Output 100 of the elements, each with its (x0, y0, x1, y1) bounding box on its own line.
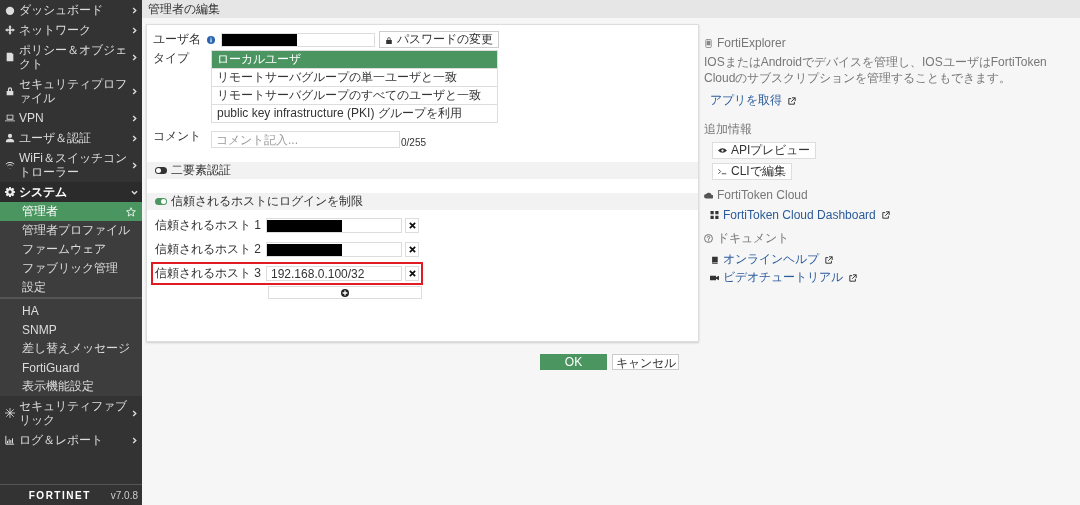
doc-link[interactable]: ビデオチュートリアル (723, 269, 843, 286)
nav-label: ユーザ＆認証 (19, 131, 92, 145)
nav-item[interactable]: ネットワーク (0, 20, 142, 40)
book-icon (710, 255, 719, 264)
help-icon (704, 234, 713, 243)
nav-item[interactable]: セキュリティプロファイル (0, 74, 142, 108)
host-field[interactable]: 192.168.0.100/32 (266, 266, 402, 281)
chevron-right-icon (131, 161, 138, 169)
close-icon (408, 246, 416, 253)
nav-item[interactable]: ログ＆レポート (0, 430, 142, 450)
cloud-icon (704, 190, 713, 200)
submenu-item[interactable]: 差し替えメッセージ (0, 339, 142, 358)
terminal-icon (718, 168, 727, 175)
nav-label: ネットワーク (19, 23, 92, 37)
nav-label: ログ＆レポート (19, 433, 104, 447)
chevron-right-icon (131, 6, 138, 14)
change-password-button[interactable]: パスワードの変更 (379, 31, 499, 48)
toggle-switch[interactable] (155, 198, 167, 205)
panel-heading: ドキュメント (717, 230, 789, 247)
panel-heading: FortiToken Cloud (717, 188, 808, 202)
submenu-item[interactable]: 表示機能設定 (0, 377, 142, 396)
chevron-right-icon (131, 114, 138, 122)
submenu-item[interactable]: 設定 (0, 278, 142, 297)
laptop-icon (5, 113, 15, 123)
submenu-item[interactable]: ファームウェア (0, 240, 142, 259)
remove-button[interactable] (405, 242, 419, 257)
nav-label: ポリシー＆オブジェクト (19, 43, 128, 71)
api-preview-button[interactable]: APIプレビュー (712, 142, 817, 159)
remove-button[interactable] (405, 218, 419, 233)
submenu-item[interactable]: 管理者 (0, 202, 142, 221)
nav-item[interactable]: システム (0, 182, 142, 202)
nav-label: セキュリティプロファイル (19, 77, 128, 105)
field-label: 信頼されるホスト 1 (155, 217, 262, 234)
external-link-icon (788, 96, 796, 105)
host-field[interactable] (266, 242, 402, 257)
submenu-item[interactable]: ファブリック管理 (0, 259, 142, 278)
chevron-right-icon (131, 26, 138, 34)
host-field[interactable] (266, 218, 402, 233)
submenu-item[interactable]: 管理者プロファイル (0, 221, 142, 240)
phone-icon (704, 38, 713, 48)
nav-item[interactable]: ユーザ＆認証 (0, 128, 142, 148)
doc-link[interactable]: オンラインヘルプ (723, 251, 819, 268)
get-app-link[interactable]: アプリを取得 (710, 92, 782, 109)
username-field[interactable] (221, 32, 375, 47)
chevron-right-icon (131, 409, 138, 417)
type-option[interactable]: ローカルユーザ (212, 51, 497, 68)
user-icon (5, 133, 15, 143)
panel-heading: 追加情報 (704, 121, 752, 138)
nav-item[interactable]: VPN (0, 108, 142, 128)
nav-label: システム (19, 185, 68, 199)
toggle-switch[interactable] (155, 167, 167, 174)
cli-edit-button[interactable]: CLIで編集 (712, 163, 792, 180)
version-label: v7.0.8 (110, 489, 138, 501)
nav-label: ダッシュボード (19, 3, 104, 17)
ok-button[interactable]: OK (540, 354, 607, 370)
submenu-item[interactable]: FortiGuard (0, 358, 142, 377)
brand-logo: FORTINET (28, 489, 91, 501)
cancel-button[interactable]: キャンセル (612, 354, 679, 370)
asterisk-icon (5, 408, 15, 418)
panel-heading: FortiExplorer (717, 36, 786, 50)
wifi-icon (5, 160, 15, 170)
chevron-right-icon (131, 436, 138, 444)
dashboard-link[interactable]: FortiToken Cloud Dashboard (723, 208, 876, 222)
field-label: タイプ (153, 50, 191, 67)
external-link-icon (881, 211, 890, 219)
eye-icon (718, 147, 727, 154)
chevron-right-icon (131, 87, 138, 95)
star-icon[interactable] (126, 206, 136, 217)
chevron-right-icon (131, 134, 138, 142)
description-text: IOSまたはAndroidでデバイスを管理し、IOSユーザはFortiToken Cloudのサブスクリプションを管理することもできます。 (704, 54, 1048, 86)
chart-icon (5, 435, 15, 445)
page-title: 管理者の編集 (148, 0, 220, 18)
submenu-item[interactable]: HA (0, 301, 142, 320)
external-link-icon (825, 255, 833, 264)
field-label: 信頼されるホスト 2 (155, 241, 262, 258)
nav-item[interactable]: ダッシュボード (0, 0, 142, 20)
chevron-right-icon (131, 53, 138, 61)
gear-icon (5, 187, 15, 197)
section-label: 信頼されるホストにログインを制限 (171, 193, 363, 210)
nav-item[interactable]: WiFi＆スイッチコントローラー (0, 148, 142, 182)
external-link-icon (849, 273, 857, 282)
type-option[interactable]: public key infrastructure (PKI) グループを利用 (212, 104, 497, 122)
video-camera-icon (710, 273, 719, 282)
remove-button[interactable] (405, 266, 419, 281)
nav-item[interactable]: ポリシー＆オブジェクト (0, 40, 142, 74)
nav-label: VPN (19, 111, 45, 125)
submenu-item[interactable]: SNMP (0, 320, 142, 339)
document-icon (5, 52, 15, 62)
field-label: 信頼されるホスト 3 (155, 265, 262, 282)
nav-item[interactable]: セキュリティファブリック (0, 396, 142, 430)
lock-icon (5, 86, 15, 96)
type-option[interactable]: リモートサーバグループの単一ユーザと一致 (212, 68, 497, 86)
nav-label: WiFi＆スイッチコントローラー (19, 151, 128, 179)
chevron-down-icon (131, 188, 138, 196)
comment-field[interactable]: コメント記入... (211, 131, 400, 148)
section-label: 二要素認証 (171, 162, 231, 179)
character-counter: 0/255 (401, 137, 427, 148)
nav-label: セキュリティファブリック (19, 399, 128, 427)
plus-icon (341, 288, 349, 297)
type-option[interactable]: リモートサーバグループのすべてのユーザと一致 (212, 86, 497, 104)
